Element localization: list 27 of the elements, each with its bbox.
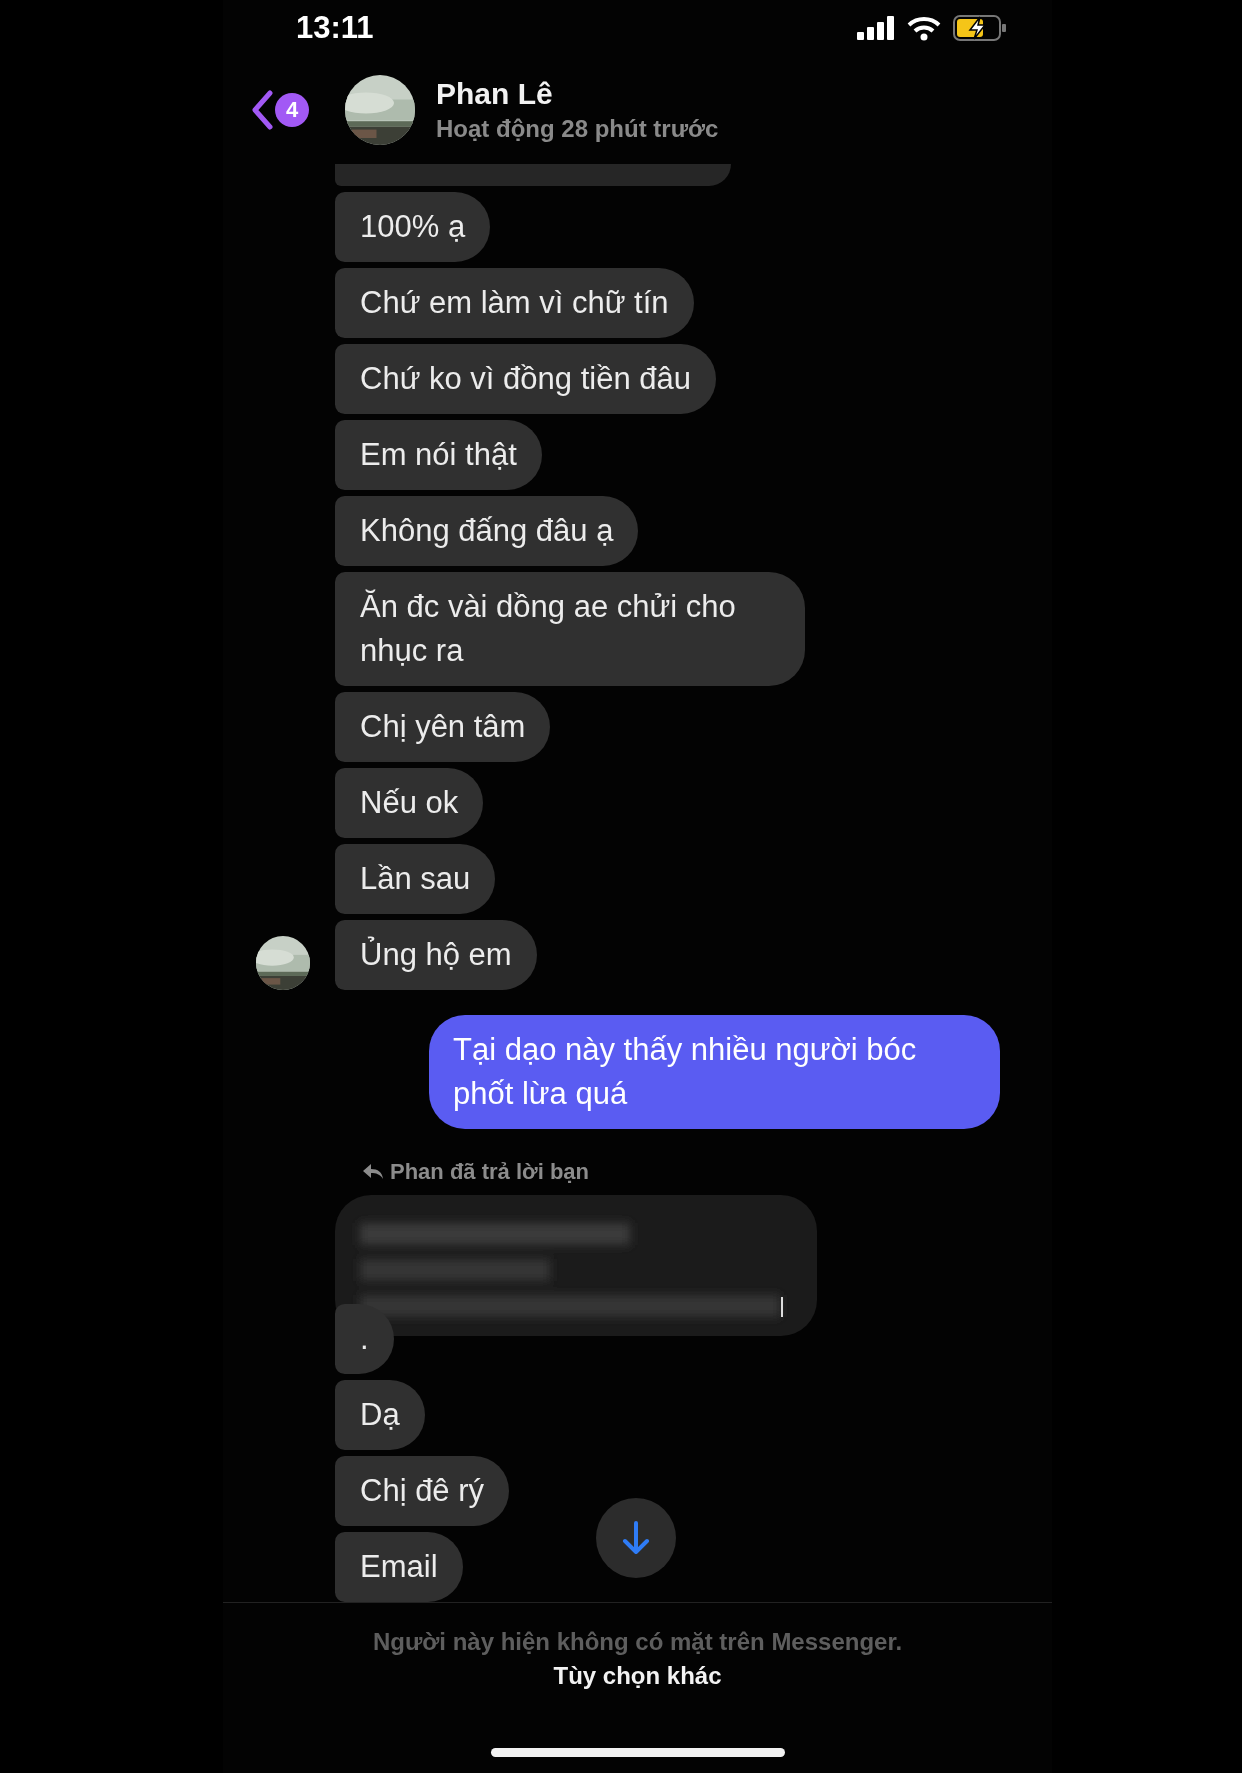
message-bubble: Tại dạo này thấy nhiều người bóc phốt lừa quá xyxy=(429,1015,1000,1130)
message-bubble: Chị yên tâm xyxy=(335,692,551,763)
contact-name[interactable]: Phan Lê xyxy=(436,77,719,111)
message-bubble: Email xyxy=(335,1532,463,1602)
back-icon xyxy=(251,90,273,130)
message-bubble: Không đấng đâu ạ xyxy=(335,496,639,567)
message-bubble: Ủng hộ em xyxy=(335,920,537,991)
message-bubble: Chị đê rý xyxy=(335,1456,510,1526)
back-button[interactable]: 4 xyxy=(251,90,309,130)
arrow-down-icon xyxy=(621,1520,651,1556)
message-bubble: Ăn đc vài dồng ae chửi cho nhục ra xyxy=(335,572,805,687)
message-bubble: . xyxy=(335,1304,394,1374)
message-bubble: Lần sau xyxy=(335,844,496,915)
message-bubble: Chứ em làm vì chữ tín xyxy=(335,268,694,339)
message-bubble: Dạ xyxy=(335,1380,425,1450)
unread-count-badge: 4 xyxy=(275,93,309,127)
more-options-link[interactable]: Tùy chọn khác xyxy=(553,1662,722,1689)
wifi-icon xyxy=(907,15,941,41)
active-status: Hoạt động 28 phút trước xyxy=(436,115,719,143)
unavailable-notice: Người này hiện không có mặt trên Messenger. Tùy chọn khác xyxy=(371,1627,904,1691)
message-bubble: Nếu ok xyxy=(335,768,484,839)
message-bubble: 100% ạ xyxy=(335,192,491,263)
signal-icon xyxy=(857,16,895,40)
status-time: 13:11 xyxy=(296,10,374,46)
message-bubble: Chứ ko vì đồng tiền đâu xyxy=(335,344,716,415)
message-bubble: Em nói thật xyxy=(335,420,542,491)
reply-label: Phan đã trả lời bạn xyxy=(390,1159,589,1186)
